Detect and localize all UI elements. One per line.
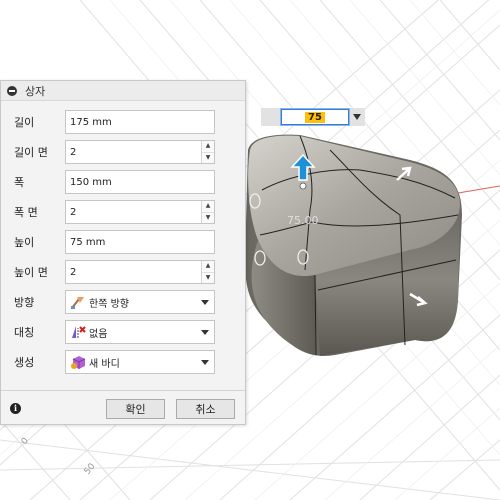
length-input[interactable]: 175 mm (65, 110, 215, 134)
operation-value: 새 바디 (89, 358, 120, 370)
height-input[interactable]: 75 mm (65, 230, 215, 254)
width-faces-row: 폭 면 2 ▲ ▼ (1, 199, 247, 225)
height-faces-value: 2 (70, 266, 77, 278)
box-body[interactable] (245, 134, 462, 356)
width-faces-input[interactable]: 2 ▲ ▼ (65, 200, 215, 224)
decrement-icon[interactable]: ▼ (202, 213, 214, 224)
width-row: 폭 150 mm (1, 169, 247, 195)
operation-label: 생성 (14, 356, 35, 369)
width-faces-stepper[interactable]: ▲ ▼ (201, 201, 214, 223)
width-faces-label: 폭 면 (14, 206, 38, 219)
info-icon[interactable]: i (10, 403, 21, 414)
collapse-icon[interactable] (7, 85, 17, 96)
height-dimension-label: 75.00 (287, 214, 319, 227)
chevron-down-icon (201, 330, 209, 335)
direction-select[interactable]: 한쪽 방향 (65, 290, 215, 314)
dimension-dropdown-arrow[interactable] (353, 114, 361, 120)
cancel-button[interactable]: 취소 (176, 399, 235, 419)
height-faces-stepper[interactable]: ▲ ▼ (201, 261, 214, 283)
length-faces-input[interactable]: 2 ▲ ▼ (65, 140, 215, 164)
dimension-input-value: 75 (305, 111, 325, 123)
box-dialog: 상자 길이 175 mm 길이 면 2 ▲ ▼ 폭 150 mm 폭 면 2 ▲ ▼… (0, 80, 246, 425)
length-faces-stepper[interactable]: ▲ ▼ (201, 141, 214, 163)
one-direction-icon (71, 297, 84, 309)
increment-icon[interactable]: ▲ (202, 201, 214, 213)
chevron-down-icon (201, 300, 209, 305)
length-value: 175 mm (70, 116, 112, 128)
height-value: 75 mm (70, 236, 106, 248)
symmetry-select[interactable]: 없음 (65, 320, 215, 344)
length-faces-label: 길이 면 (14, 146, 48, 159)
symmetry-value: 없음 (89, 328, 108, 340)
direction-label: 방향 (14, 296, 35, 309)
ok-button[interactable]: 확인 (106, 399, 165, 419)
grid-label-0: 0 (20, 436, 32, 447)
direction-value: 한쪽 방향 (89, 298, 129, 310)
direction-row: 방향 한쪽 방향 (1, 289, 247, 315)
operation-select[interactable]: 새 바디 (65, 350, 215, 374)
width-faces-value: 2 (70, 206, 77, 218)
increment-icon[interactable]: ▲ (202, 141, 214, 153)
width-value: 150 mm (70, 176, 112, 188)
increment-icon[interactable]: ▲ (202, 261, 214, 273)
symmetry-label: 대칭 (14, 326, 35, 339)
dialog-header[interactable]: 상자 (1, 81, 245, 101)
new-body-icon (71, 356, 86, 369)
dimension-input[interactable]: 75 (280, 108, 350, 126)
chevron-down-icon (201, 360, 209, 365)
height-row: 높이 75 mm (1, 229, 247, 255)
dialog-footer: i 확인 취소 (1, 390, 245, 424)
decrement-icon[interactable]: ▼ (202, 273, 214, 284)
height-faces-label: 높이 면 (14, 266, 48, 279)
operation-row: 생성 새 바디 (1, 349, 247, 375)
symmetry-none-icon (72, 326, 86, 338)
height-faces-row: 높이 면 2 ▲ ▼ (1, 259, 247, 285)
height-label: 높이 (14, 236, 35, 249)
dimension-input-box: 75 (261, 108, 365, 126)
length-label: 길이 (14, 116, 35, 129)
height-faces-input[interactable]: 2 ▲ ▼ (65, 260, 215, 284)
width-label: 폭 (14, 176, 25, 189)
decrement-icon[interactable]: ▼ (202, 153, 214, 164)
dialog-title: 상자 (25, 84, 46, 98)
length-faces-row: 길이 면 2 ▲ ▼ (1, 139, 247, 165)
width-input[interactable]: 150 mm (65, 170, 215, 194)
symmetry-row: 대칭 없음 (1, 319, 247, 345)
length-faces-value: 2 (70, 146, 77, 158)
length-row: 길이 175 mm (1, 109, 247, 135)
grid-label-50: 50 (83, 462, 98, 477)
